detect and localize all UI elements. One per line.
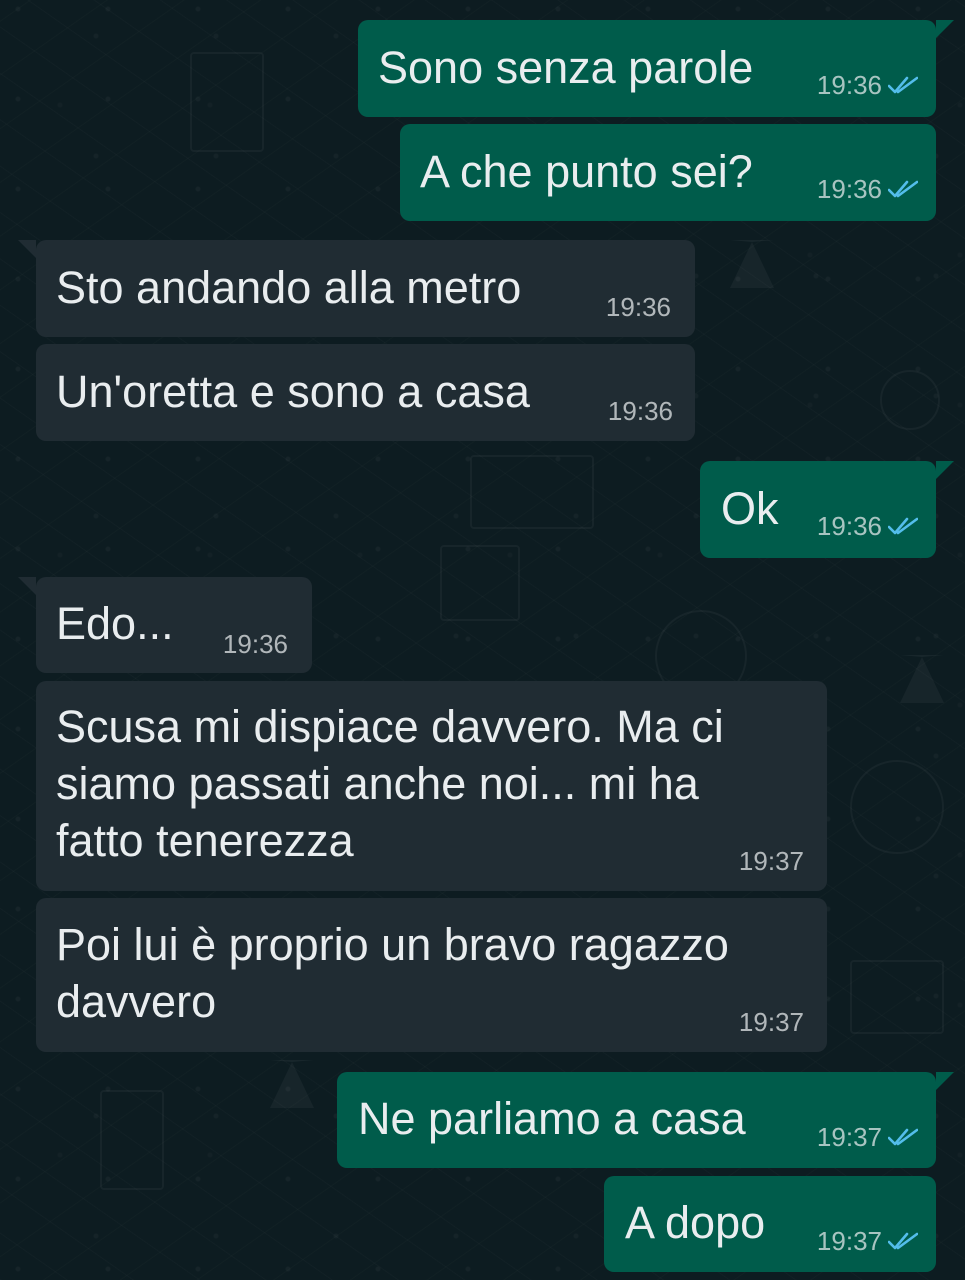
bubble-tail	[18, 240, 36, 258]
message-bubble-incoming[interactable]: Un'oretta e sono a casa 19:36	[36, 344, 695, 441]
message-text: Ok	[721, 483, 779, 534]
message-time: 19:36	[816, 174, 882, 204]
message-meta: 19:37	[739, 846, 804, 876]
message-time: 19:36	[816, 511, 882, 541]
message-bubble-outgoing[interactable]: Ok 19:36	[700, 461, 954, 558]
bubble-tail	[18, 577, 36, 595]
message-time: 19:37	[738, 1007, 804, 1037]
double-check-icon	[888, 180, 918, 198]
double-check-icon	[888, 1128, 918, 1146]
message-time: 19:36	[222, 629, 288, 659]
message-time: 19:36	[816, 70, 882, 100]
message-meta: 19:36	[606, 292, 671, 322]
message-meta: 19:36	[608, 396, 673, 426]
message-meta: 19:36	[223, 629, 288, 659]
message-text: Sto andando alla metro	[56, 262, 522, 313]
message-bubble-outgoing[interactable]: Ne parliamo a casa 19:37	[337, 1072, 954, 1168]
cake-doodle-icon	[850, 960, 944, 1034]
message-time: 19:36	[605, 292, 671, 322]
double-check-icon	[888, 1232, 918, 1250]
message-bubble-incoming[interactable]: Sto andando alla metro 19:36	[18, 240, 695, 337]
bubble-tail	[936, 20, 954, 38]
message-bubble-outgoing[interactable]: Sono senza parole 19:36	[358, 20, 954, 117]
double-check-icon	[888, 76, 918, 94]
message-meta: 19:37	[817, 1226, 918, 1256]
message-meta: 19:36	[817, 70, 918, 100]
balloon-doodle-icon	[850, 760, 944, 854]
message-text: Ne parliamo a casa	[358, 1093, 746, 1144]
message-bubble-outgoing[interactable]: A dopo 19:37	[604, 1176, 936, 1272]
message-meta: 19:36	[817, 511, 918, 541]
message-meta: 19:37	[739, 1007, 804, 1037]
message-time: 19:36	[607, 396, 673, 426]
message-text: Un'oretta e sono a casa	[56, 366, 530, 417]
cake-doodle-icon	[470, 455, 594, 529]
message-meta: 19:37	[817, 1122, 918, 1152]
message-bubble-outgoing[interactable]: A che punto sei? 19:36	[400, 124, 936, 221]
message-bubble-incoming[interactable]: Edo... 19:36	[18, 577, 312, 673]
balloon-doodle-icon	[880, 370, 940, 430]
party-hat-doodle-icon	[730, 240, 774, 288]
message-meta: 19:36	[817, 174, 918, 204]
message-text: Scusa mi dispiace davvero. Ma ci siamo p…	[56, 701, 724, 866]
message-time: 19:37	[738, 846, 804, 876]
message-time: 19:37	[816, 1226, 882, 1256]
bubble-tail	[936, 461, 954, 479]
message-text: Edo...	[56, 598, 174, 649]
message-bubble-incoming[interactable]: Poi lui è proprio un bravo ragazzo davve…	[36, 898, 827, 1052]
double-check-icon	[888, 517, 918, 535]
party-hat-doodle-icon	[900, 655, 944, 703]
message-text: Poi lui è proprio un bravo ragazzo davve…	[56, 919, 729, 1027]
bubble-tail	[936, 1072, 954, 1090]
message-text: A dopo	[625, 1197, 766, 1248]
gift-doodle-icon	[440, 545, 520, 621]
message-text: A che punto sei?	[420, 146, 753, 197]
gift-doodle-icon	[100, 1090, 164, 1190]
message-text: Sono senza parole	[378, 42, 754, 93]
gift-doodle-icon	[190, 52, 264, 152]
party-hat-doodle-icon	[270, 1060, 314, 1108]
message-bubble-incoming[interactable]: Scusa mi dispiace davvero. Ma ci siamo p…	[36, 681, 827, 891]
message-time: 19:37	[816, 1122, 882, 1152]
